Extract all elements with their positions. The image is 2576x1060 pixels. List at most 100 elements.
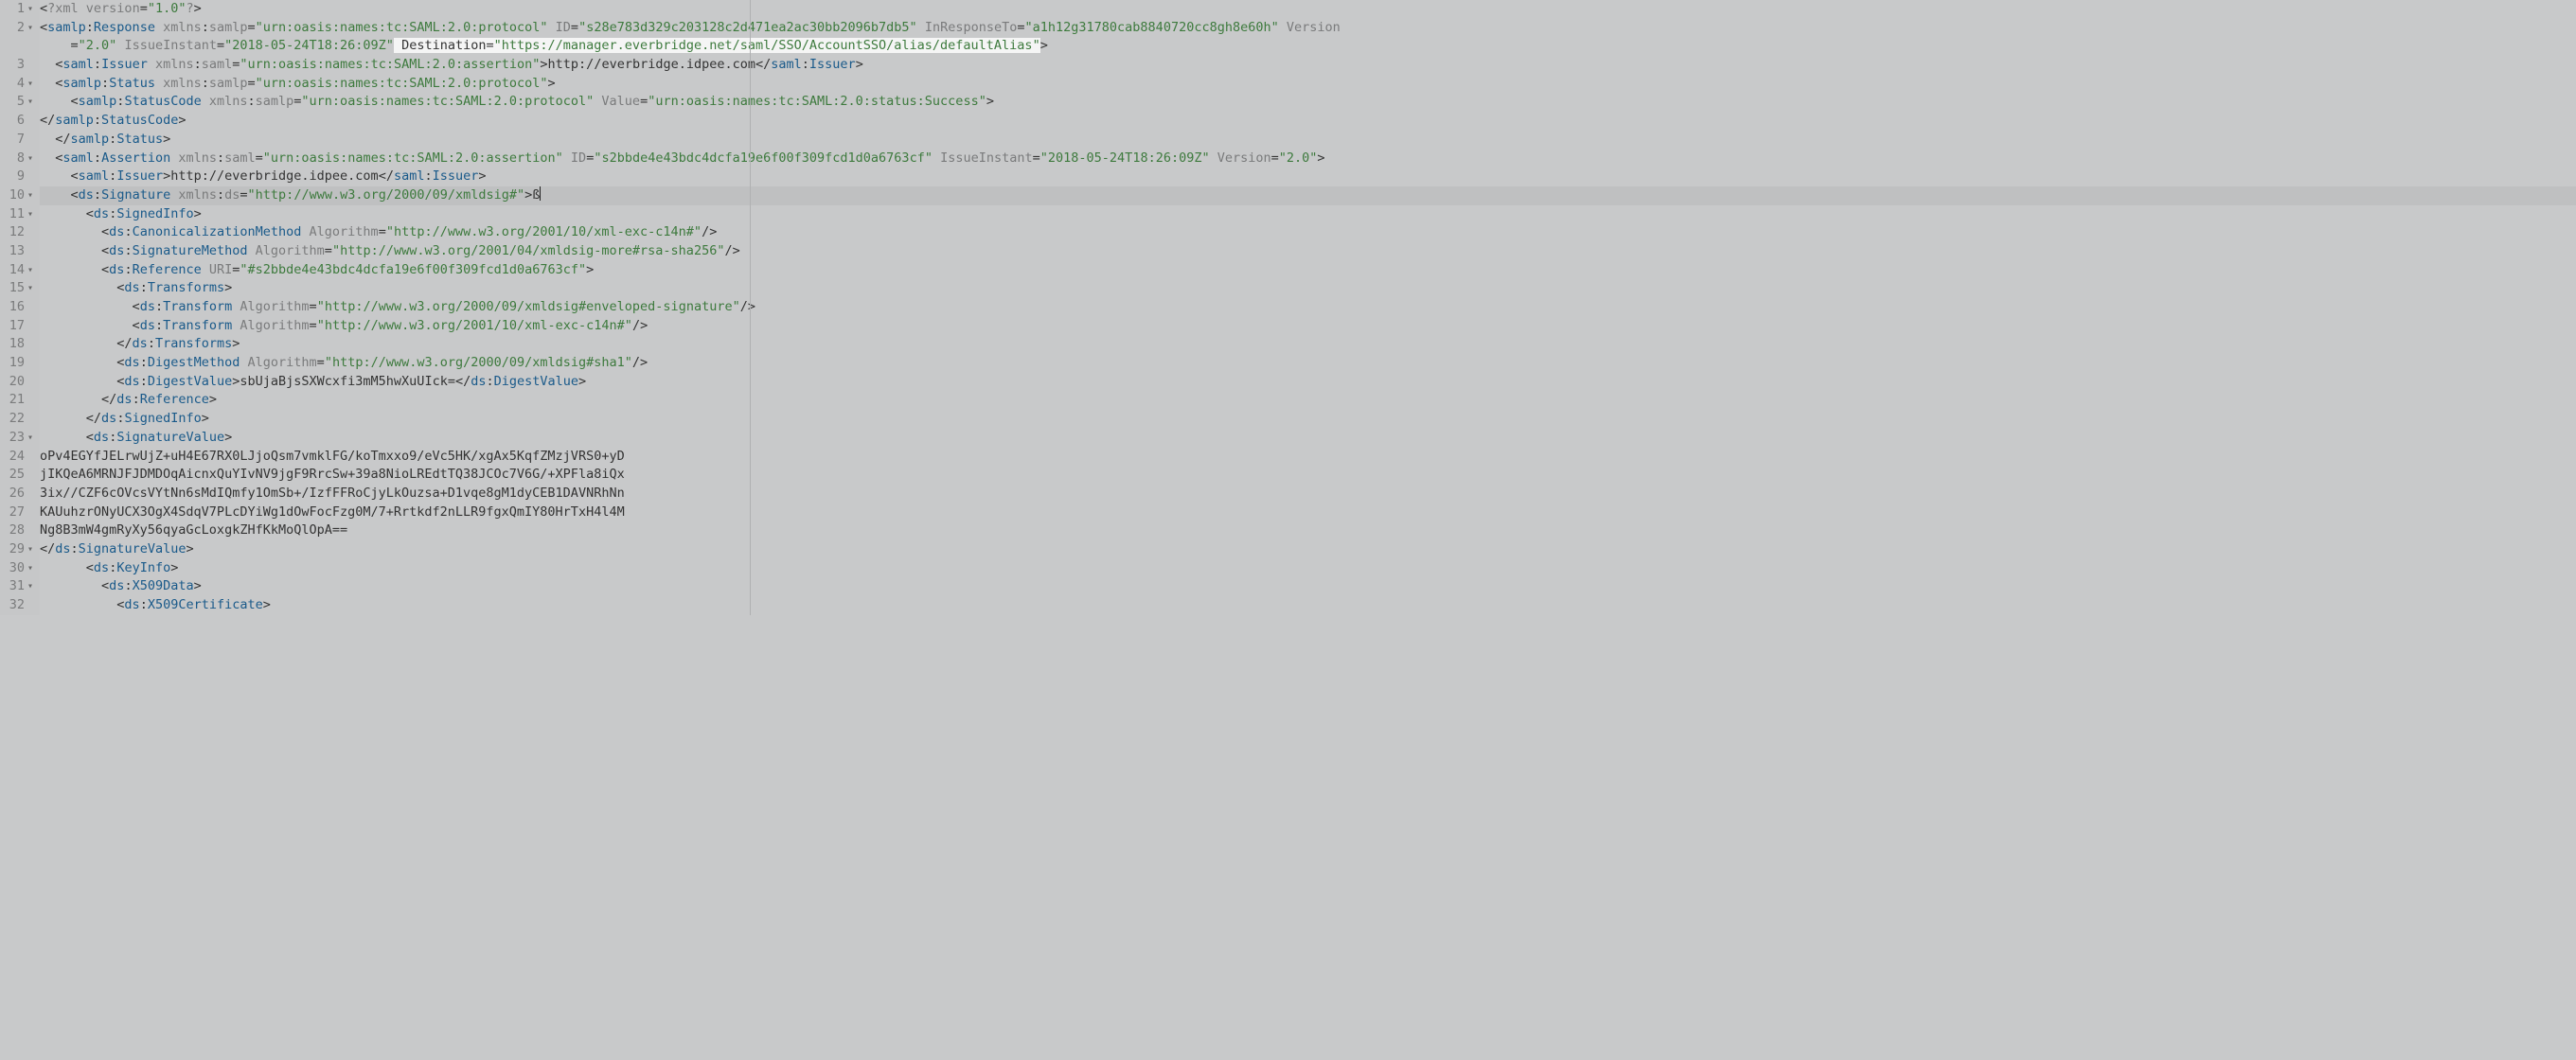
punct-token: : [194, 57, 202, 72]
code-line[interactable]: </ds:Reference> [40, 391, 2576, 410]
punct-token: : [124, 224, 132, 239]
tag-token: samlp [55, 113, 94, 128]
punct-token: : [155, 318, 163, 333]
fold-toggle[interactable]: ▾ [27, 93, 40, 112]
code-line[interactable]: <ds:SignatureMethod Algorithm="http://ww… [40, 242, 2576, 261]
fold-toggle[interactable]: ▾ [27, 559, 40, 578]
code-line[interactable]: <ds:Signature xmlns:ds="http://www.w3.or… [40, 186, 2576, 205]
fold-toggle[interactable]: ▾ [27, 540, 40, 559]
tag-token: ds [109, 262, 124, 277]
fold-toggle[interactable]: ▾ [27, 577, 40, 596]
attr-token: xmlns [155, 57, 194, 72]
fold-toggle[interactable]: ▾ [27, 19, 40, 38]
line-number: 29 [0, 540, 25, 559]
code-editor[interactable]: 1234567891011121314151617181920212223242… [0, 0, 2576, 615]
line-number: 1 [0, 0, 25, 19]
code-line[interactable]: Ng8B3mW4gmRyXy56qyaGcLoxgkZHfKkMoQlOpA== [40, 521, 2576, 540]
line-number: 7 [0, 131, 25, 150]
tag-token: ds [109, 243, 124, 258]
code-line[interactable]: oPv4EGYfJELrwUjZ+uH4E67RX0LJjoQsm7vmklFG… [40, 448, 2576, 467]
attr-token: URI [209, 262, 232, 277]
punct-token: > [170, 560, 178, 575]
code-line[interactable]: <ds:SignedInfo> [40, 205, 2576, 224]
tag-token: Issuer [809, 57, 856, 72]
code-line[interactable]: <samlp:Status xmlns:samlp="urn:oasis:nam… [40, 75, 2576, 94]
attr-token: Algorithm [256, 243, 325, 258]
punct-token: : [202, 20, 209, 35]
fold-toggle [27, 466, 40, 485]
line-number [0, 37, 25, 56]
code-line[interactable]: </ds:SignatureValue> [40, 540, 2576, 559]
attr-token: samlp [209, 76, 248, 91]
fold-toggle[interactable]: ▾ [27, 279, 40, 298]
tag-token: Transforms [148, 280, 224, 295]
code-line[interactable]: </ds:Transforms> [40, 335, 2576, 354]
code-line[interactable]: <saml:Issuer>http://everbridge.idpee.com… [40, 168, 2576, 186]
line-number: 20 [0, 373, 25, 392]
fold-toggle [27, 223, 40, 242]
code-line[interactable]: <saml:Assertion xmlns:saml="urn:oasis:na… [40, 150, 2576, 168]
code-line[interactable]: </ds:SignedInfo> [40, 410, 2576, 429]
tag-token: X509Data [133, 578, 194, 593]
code-line[interactable]: <samlp:StatusCode xmlns:samlp="urn:oasis… [40, 93, 2576, 112]
code-line[interactable]: 3ix//CZF6cOVcsVYtNn6sMdIQmfy1OmSb+/IzfFF… [40, 485, 2576, 504]
code-line[interactable]: <ds:CanonicalizationMethod Algorithm="ht… [40, 223, 2576, 242]
tag-token: saml [394, 168, 425, 184]
tag-token: saml [79, 168, 110, 184]
punct-token: = [240, 187, 247, 203]
code-line[interactable]: <ds:KeyInfo> [40, 559, 2576, 578]
code-line[interactable]: <ds:Reference URI="#s2bbde4e43bdc4dcfa19… [40, 261, 2576, 280]
punct-token: > [586, 262, 594, 277]
code-line[interactable]: jIKQeA6MRNJFJDMDOqAicnxQuYIvNV9jgF9RrcSw… [40, 466, 2576, 485]
fold-toggle[interactable]: ▾ [27, 429, 40, 448]
line-number: 3 [0, 56, 25, 75]
punct-token [248, 243, 256, 258]
line-number: 9 [0, 168, 25, 186]
val-token: "2018-05-24T18:26:09Z" [1040, 150, 1210, 166]
tag-token: SignatureMethod [133, 243, 248, 258]
code-line[interactable]: <samlp:Response xmlns:samlp="urn:oasis:n… [40, 19, 2576, 38]
pi-token: ? [186, 1, 193, 16]
code-line[interactable]: <ds:X509Certificate> [40, 596, 2576, 615]
fold-toggle[interactable]: ▾ [27, 75, 40, 94]
punct-token: : [71, 541, 79, 556]
val-token: "s2bbde4e43bdc4dcfa19e6f00f309fcd1d0a676… [594, 150, 933, 166]
fold-toggle [27, 373, 40, 392]
code-line[interactable]: <ds:DigestValue>sbUjaBjsSXWcxfi3mM5hwXuU… [40, 373, 2576, 392]
punct-token: = [71, 38, 79, 53]
code-line[interactable]: <ds:Transforms> [40, 279, 2576, 298]
code-area[interactable]: <?xml version="1.0"?><samlp:Response xml… [40, 0, 2576, 615]
fold-toggle[interactable]: ▾ [27, 150, 40, 168]
code-line[interactable]: KAUuhzrONyUCX3OgX4SdqV7PLcDYiWg1dOwFocFz… [40, 504, 2576, 522]
code-line[interactable]: ="2.0" IssueInstant="2018-05-24T18:26:09… [40, 37, 2576, 56]
punct-token: = [379, 224, 386, 239]
fold-toggle [27, 56, 40, 75]
fold-toggle[interactable]: ▾ [27, 186, 40, 205]
punct-token: < [71, 187, 79, 203]
text-cursor [540, 186, 541, 201]
code-line[interactable]: <ds:Transform Algorithm="http://www.w3.o… [40, 317, 2576, 336]
punct-token [563, 150, 571, 166]
attr-token: ID [556, 20, 571, 35]
fold-toggle[interactable]: ▾ [27, 205, 40, 224]
code-line[interactable]: <ds:Transform Algorithm="http://www.w3.o… [40, 298, 2576, 317]
code-line[interactable]: <saml:Issuer xmlns:saml="urn:oasis:names… [40, 56, 2576, 75]
punct-token: : [202, 76, 209, 91]
code-line[interactable]: </samlp:Status> [40, 131, 2576, 150]
val-token: "http://www.w3.org/2000/09/xmldsig#envel… [317, 299, 740, 314]
code-line[interactable]: <ds:X509Data> [40, 577, 2576, 596]
tag-token: Reference [133, 262, 202, 277]
val-token: "https://manager.everbridge.net/saml/SSO… [494, 38, 1040, 53]
fold-toggle[interactable]: ▾ [27, 0, 40, 19]
tag-token: ds [471, 374, 486, 389]
fold-gutter[interactable]: ▾▾▾▾▾▾▾▾▾▾▾▾▾ [27, 0, 40, 615]
code-line[interactable]: </samlp:StatusCode> [40, 112, 2576, 131]
code-line[interactable]: <ds:DigestMethod Algorithm="http://www.w… [40, 354, 2576, 373]
attr-token: ID [571, 150, 586, 166]
punct-token [155, 76, 163, 91]
code-line[interactable]: <?xml version="1.0"?> [40, 0, 2576, 19]
fold-toggle[interactable]: ▾ [27, 261, 40, 280]
code-line[interactable]: <ds:SignatureValue> [40, 429, 2576, 448]
tag-token: DigestValue [148, 374, 232, 389]
fold-toggle [27, 317, 40, 336]
